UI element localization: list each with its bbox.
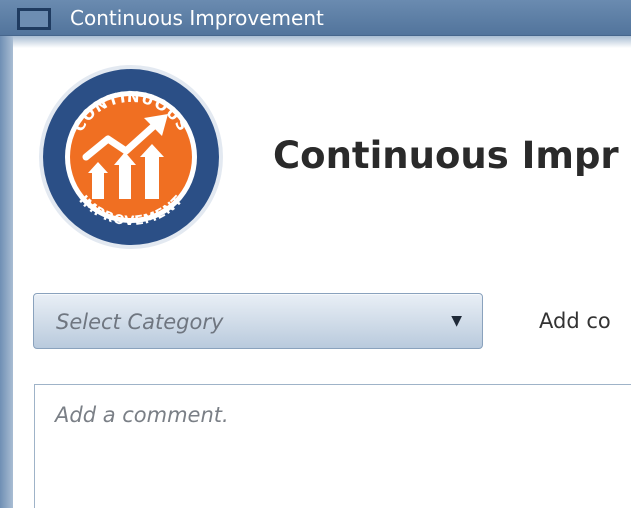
- title-bar: Continuous Improvement: [0, 0, 631, 36]
- window-title: Continuous Improvement: [70, 6, 324, 30]
- page-heading: Continuous Impr: [273, 134, 619, 177]
- dropdown-arrow-icon: ▼: [451, 313, 462, 329]
- window-icon[interactable]: [17, 8, 51, 30]
- comment-input-placeholder: Add a comment.: [55, 403, 229, 427]
- window-top-shade: [13, 36, 631, 48]
- category-select-placeholder: Select Category: [56, 310, 224, 334]
- window-left-border: [0, 36, 13, 508]
- category-select[interactable]: Select Category ▼: [33, 293, 483, 349]
- comment-input[interactable]: Add a comment.: [34, 384, 631, 508]
- add-comment-label: Add co: [539, 309, 611, 333]
- continuous-improvement-logo: CONTINUOUS IMPROVEMENT: [39, 65, 223, 249]
